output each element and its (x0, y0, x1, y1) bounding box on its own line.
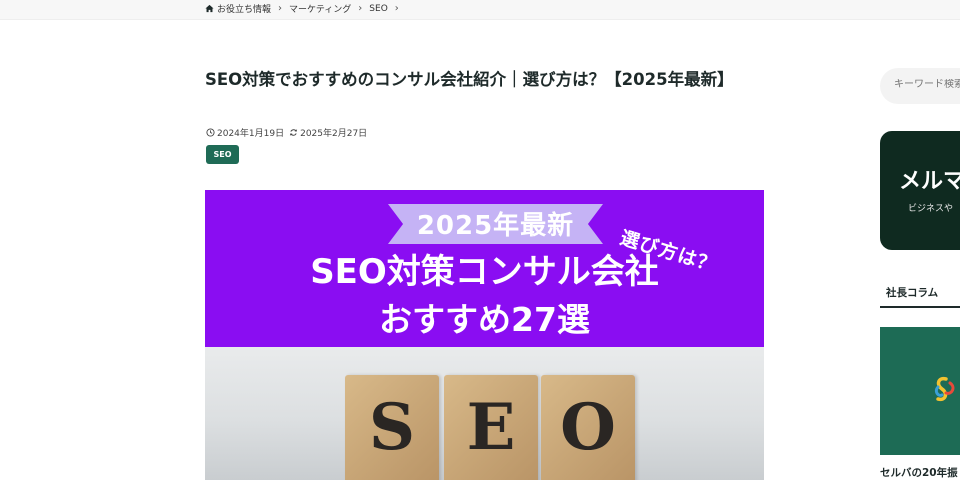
column-heading: 社長コラム (886, 287, 939, 299)
mail-magazine-subtitle: ビジネスや (908, 204, 954, 214)
post-meta: 2024年1月19日 2025年2月27日 (206, 126, 367, 139)
mail-magazine-banner[interactable]: メルマ ビジネスや (880, 131, 960, 250)
breadcrumb-item-seo[interactable]: SEO (369, 4, 387, 14)
clock-icon (206, 128, 215, 137)
ribbon-text: 2025年最新 (416, 211, 575, 241)
eyecatch-headline: SEO対策コンサル会社 (310, 252, 659, 292)
column-card-thumbnail[interactable] (880, 327, 960, 455)
eyecatch-subheadline: おすすめ27選 (379, 300, 590, 339)
chevron-right-icon: › (358, 3, 363, 14)
search-input[interactable] (894, 79, 960, 90)
eyecatch-banner: 2025年最新 選び方は？ SEO対策コンサル会社 おすすめ27選 (205, 190, 764, 347)
chevron-right-icon: › (394, 3, 399, 14)
sidebar-section-heading: 社長コラム (880, 278, 960, 308)
search-box (880, 68, 960, 104)
breadcrumb-item-useful-info[interactable]: お役立ち情報 (217, 2, 271, 15)
column-card-title[interactable]: セルバの20年振 (880, 465, 958, 480)
breadcrumb-item-marketing[interactable]: マーケティング (289, 2, 351, 15)
chevron-right-icon: › (278, 3, 283, 14)
mail-magazine-title: メルマ (899, 169, 960, 194)
wood-block-e: E (444, 375, 538, 480)
eyecatch-image: 2025年最新 選び方は？ SEO対策コンサル会社 おすすめ27選 S E O (205, 190, 764, 480)
logo-icon (934, 376, 955, 402)
wood-block-s: S (345, 375, 439, 480)
wood-block-o: O (541, 375, 635, 480)
updated-block: 2025年2月27日 (289, 126, 367, 139)
category-tag-seo[interactable]: SEO (206, 145, 239, 164)
updated-date: 2025年2月27日 (300, 129, 368, 139)
breadcrumb-bar: お役立ち情報 › マーケティング › SEO › (0, 0, 960, 20)
refresh-icon (289, 129, 298, 136)
home-icon (205, 4, 214, 13)
breadcrumb: お役立ち情報 › マーケティング › SEO › (205, 2, 406, 15)
published-date: 2024年1月19日 (217, 129, 285, 139)
page-title: SEO対策でおすすめのコンサル会社紹介｜選び方は？【2025年最新】 (205, 70, 734, 89)
